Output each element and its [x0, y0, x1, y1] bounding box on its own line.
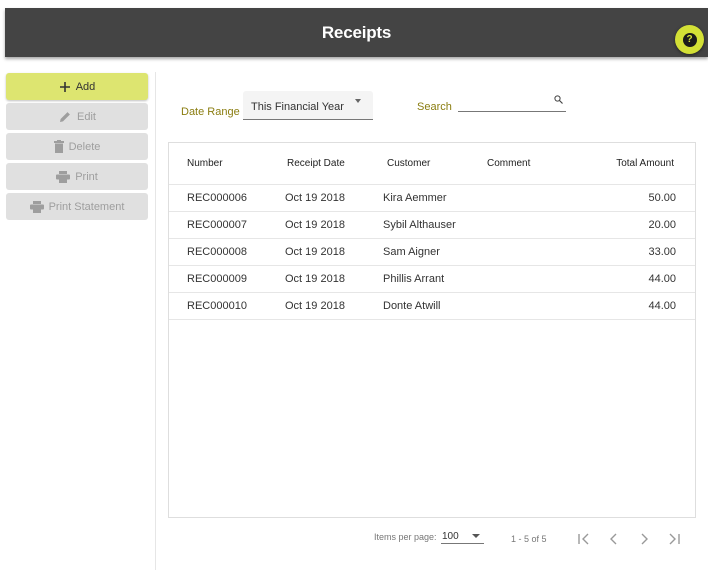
dropdown-caret-icon [472, 534, 480, 538]
table-row[interactable]: REC000010 Oct 19 2018 Donte Atwill 44.00 [169, 293, 695, 320]
edit-button-label: Edit [77, 110, 96, 123]
cell-customer: Donte Atwill [383, 300, 441, 312]
sidebar-divider [155, 72, 156, 570]
cell-number: REC000006 [187, 192, 247, 204]
delete-button[interactable]: Delete [6, 133, 148, 160]
date-range-label: Date Range [181, 106, 240, 118]
cell-total-amount: 20.00 [648, 219, 676, 231]
page-title: Receipts [321, 23, 392, 42]
edit-button[interactable]: Edit [6, 103, 148, 130]
cell-total-amount: 44.00 [648, 273, 676, 285]
cell-total-amount: 44.00 [648, 300, 676, 312]
cell-customer: Phillis Arrant [383, 273, 445, 285]
search-label: Search [417, 101, 452, 113]
date-range-select[interactable]: This Financial Year [243, 91, 373, 120]
search-input[interactable] [458, 91, 550, 111]
add-button-label: Add [75, 80, 96, 93]
cell-receipt-date: Oct 19 2018 [285, 300, 345, 312]
cell-number: REC000010 [187, 300, 247, 312]
cell-customer: Sam Aigner [383, 246, 440, 258]
trash-icon [53, 140, 64, 153]
delete-button-label: Delete [68, 140, 101, 153]
table-header-row: Number Receipt Date Customer Comment Tot… [169, 143, 695, 185]
search-icon[interactable] [554, 95, 563, 104]
column-header-comment[interactable]: Comment [487, 143, 530, 185]
cell-customer: Sybil Althauser [383, 219, 456, 231]
plus-icon [59, 81, 70, 92]
help-button[interactable]: ? [675, 25, 704, 54]
table-row[interactable]: REC000008 Oct 19 2018 Sam Aigner 33.00 [169, 239, 695, 266]
next-page-icon[interactable] [636, 531, 652, 547]
pencil-icon [60, 111, 70, 122]
paginator: Items per page: 100 1 - 5 of 5 [0, 527, 708, 551]
cell-customer: Kira Aemmer [383, 192, 447, 204]
date-range-value: This Financial Year [251, 101, 344, 113]
column-header-customer[interactable]: Customer [387, 143, 430, 185]
cell-total-amount: 50.00 [648, 192, 676, 204]
cell-number: REC000008 [187, 246, 247, 258]
search-field[interactable] [458, 91, 566, 112]
action-sidebar: Add Edit Delete Print Print Statement [6, 73, 148, 223]
items-per-page-value: 100 [442, 531, 459, 542]
first-page-icon[interactable] [576, 531, 592, 547]
print-statement-button-label: Print Statement [48, 200, 125, 213]
table-row[interactable]: REC000009 Oct 19 2018 Phillis Arrant 44.… [169, 266, 695, 293]
cell-receipt-date: Oct 19 2018 [285, 192, 345, 204]
cell-number: REC000009 [187, 273, 247, 285]
cell-receipt-date: Oct 19 2018 [285, 219, 345, 231]
print-button[interactable]: Print [6, 163, 148, 190]
printer-icon [56, 170, 71, 183]
print-statement-button[interactable]: Print Statement [6, 193, 148, 220]
dropdown-caret-icon [355, 99, 361, 103]
column-header-number[interactable]: Number [187, 143, 223, 185]
last-page-icon[interactable] [666, 531, 682, 547]
items-per-page-select[interactable]: 100 [441, 527, 484, 544]
app-header: Receipts ? [5, 8, 708, 57]
cell-total-amount: 33.00 [648, 246, 676, 258]
question-circle-icon: ? [682, 32, 697, 47]
page-range-label: 1 - 5 of 5 [511, 534, 547, 544]
cell-number: REC000007 [187, 219, 247, 231]
cell-receipt-date: Oct 19 2018 [285, 273, 345, 285]
column-header-total-amount[interactable]: Total Amount [616, 143, 674, 185]
printer-icon [29, 200, 44, 213]
table-row[interactable]: REC000007 Oct 19 2018 Sybil Althauser 20… [169, 212, 695, 239]
add-button[interactable]: Add [6, 73, 148, 100]
items-per-page-label: Items per page: [374, 532, 437, 542]
table-row[interactable]: REC000006 Oct 19 2018 Kira Aemmer 50.00 [169, 185, 695, 212]
receipts-table: Number Receipt Date Customer Comment Tot… [168, 142, 696, 518]
cell-receipt-date: Oct 19 2018 [285, 246, 345, 258]
print-button-label: Print [75, 170, 98, 183]
column-header-receipt-date[interactable]: Receipt Date [287, 143, 345, 185]
previous-page-icon[interactable] [606, 531, 622, 547]
